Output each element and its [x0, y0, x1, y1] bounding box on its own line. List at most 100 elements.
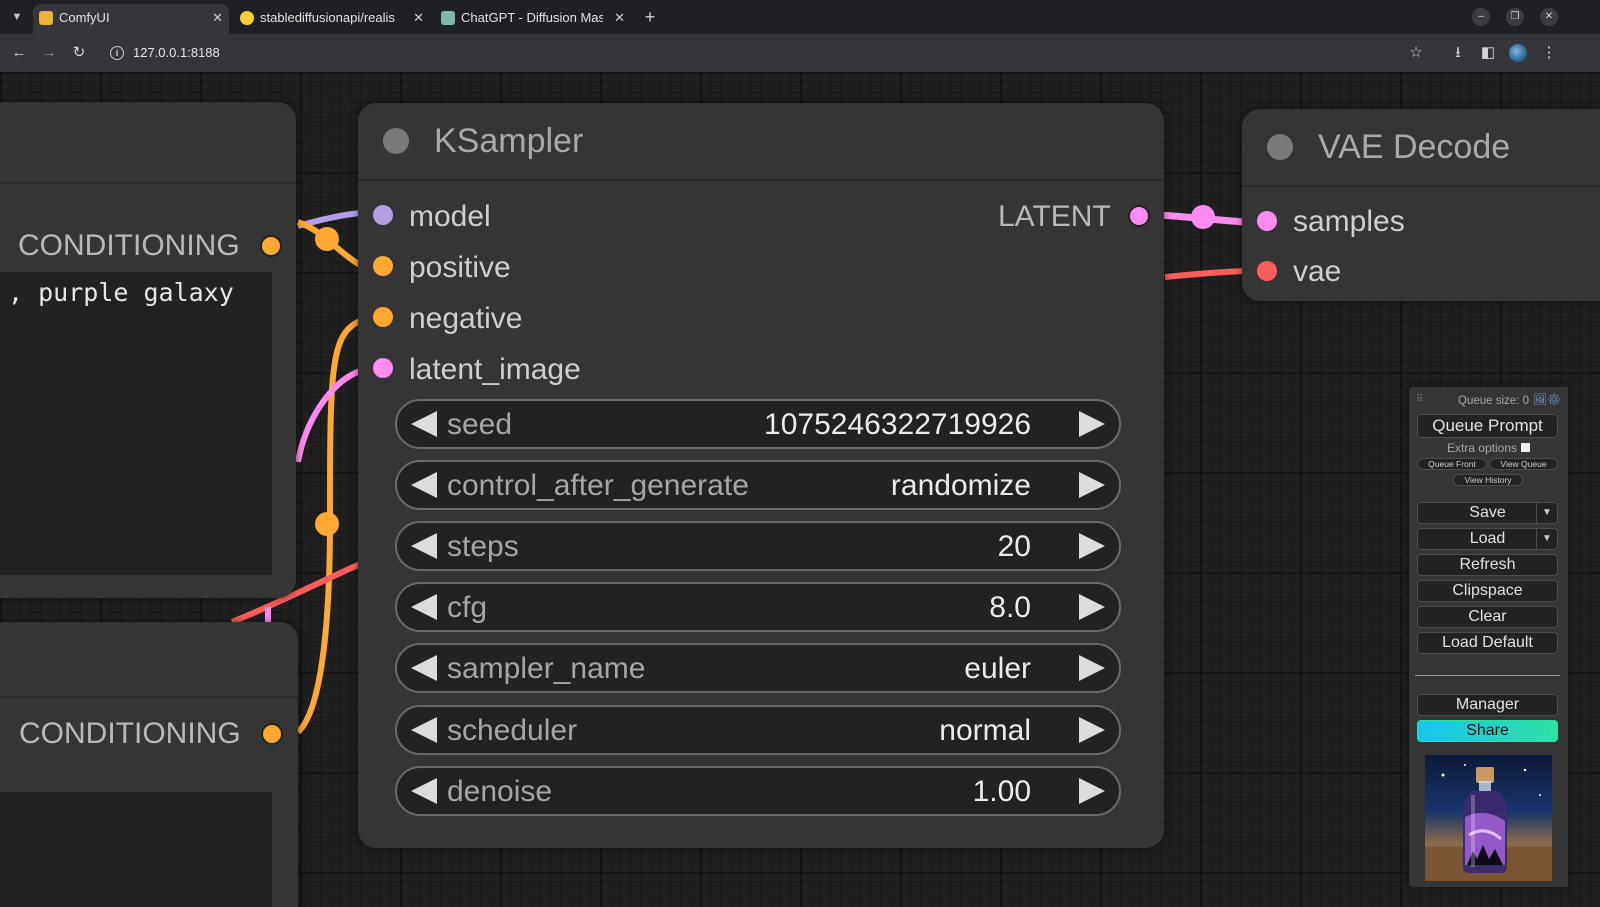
share-button[interactable]: Share — [1417, 720, 1558, 742]
generated-image-preview[interactable] — [1425, 755, 1552, 881]
input-slot-positive[interactable] — [373, 256, 393, 276]
save-dropdown-caret-icon[interactable]: ▼ — [1536, 503, 1557, 523]
widget-seed[interactable]: seed 1075246322719926 — [395, 399, 1121, 449]
queue-front-button[interactable]: Queue Front — [1417, 458, 1487, 470]
clipspace-button[interactable]: Clipspace — [1417, 580, 1558, 602]
increment-arrow-icon[interactable] — [1079, 533, 1105, 559]
widget-denoise[interactable]: denoise 1.00 — [395, 766, 1121, 816]
node-title-separator — [1242, 185, 1600, 187]
input-slot-model[interactable] — [373, 205, 393, 225]
widget-value[interactable]: 8.0 — [989, 590, 1031, 626]
browser-menu-kebab-icon[interactable]: ⋮ — [1538, 42, 1560, 64]
clip-text-encode-node-bottom[interactable]: CONDITIONING — [0, 622, 298, 907]
extra-options-toggle[interactable]: Extra options — [1409, 441, 1568, 455]
extra-options-label: Extra options — [1446, 441, 1518, 455]
menu-divider — [1415, 675, 1560, 676]
bookmark-star-icon[interactable]: ☆ — [1405, 42, 1427, 64]
ksampler-node[interactable]: KSampler model positive negative latent_… — [358, 103, 1164, 848]
widget-value[interactable]: 1.00 — [973, 774, 1031, 810]
output-label-conditioning: CONDITIONING — [19, 717, 241, 750]
browser-tab-bar: ▼ ComfyUI ✕ stablediffusionapi/realis ✕ … — [0, 0, 1600, 34]
widget-name: seed — [447, 408, 513, 441]
widget-name: scheduler — [447, 714, 578, 747]
decrement-arrow-icon[interactable] — [411, 717, 437, 743]
widget-value[interactable]: 1075246322719926 — [764, 407, 1031, 443]
close-tab-icon[interactable]: ✕ — [413, 4, 424, 32]
load-default-button[interactable]: Load Default — [1417, 632, 1558, 654]
tab-search-chevron-icon[interactable]: ▼ — [8, 8, 26, 26]
download-icon[interactable]: ⭳ — [1447, 42, 1469, 64]
clear-button[interactable]: Clear — [1417, 606, 1558, 628]
widget-sampler-name[interactable]: sampler_name euler — [395, 643, 1121, 693]
output-label-latent: LATENT — [998, 200, 1111, 233]
widget-name: denoise — [447, 775, 553, 808]
output-slot-conditioning[interactable] — [261, 723, 283, 745]
input-slot-samples[interactable] — [1257, 211, 1277, 231]
manager-button[interactable]: Manager — [1417, 694, 1558, 716]
new-tab-plus-icon[interactable]: + — [640, 6, 660, 28]
back-arrow-icon[interactable]: ← — [8, 42, 30, 64]
tab-stablediffusionapi[interactable]: stablediffusionapi/realis ✕ — [234, 4, 430, 34]
increment-arrow-icon[interactable] — [1079, 594, 1105, 620]
increment-arrow-icon[interactable] — [1079, 411, 1105, 437]
huggingface-favicon-icon — [240, 11, 254, 25]
restore-window-icon[interactable]: ❐ — [1506, 8, 1524, 26]
close-tab-icon[interactable]: ✕ — [212, 4, 223, 32]
load-button[interactable]: Load ▼ — [1417, 528, 1558, 550]
input-slot-vae[interactable] — [1257, 261, 1277, 281]
side-panel-icon[interactable]: ◧ — [1477, 42, 1499, 64]
widget-value[interactable]: euler — [964, 651, 1031, 687]
address-bar-url[interactable]: 127.0.0.1:8188 — [133, 44, 220, 62]
increment-arrow-icon[interactable] — [1079, 472, 1105, 498]
input-label-latent-image: latent_image — [409, 353, 581, 386]
view-queue-button[interactable]: View Queue — [1489, 458, 1558, 470]
increment-arrow-icon[interactable] — [1079, 717, 1105, 743]
decrement-arrow-icon[interactable] — [411, 655, 437, 681]
prompt-textarea[interactable] — [0, 792, 272, 907]
site-info-icon[interactable]: i — [110, 46, 124, 60]
tab-chatgpt[interactable]: ChatGPT - Diffusion Mas ✕ — [435, 4, 631, 34]
refresh-button[interactable]: Refresh — [1417, 554, 1558, 576]
decrement-arrow-icon[interactable] — [411, 594, 437, 620]
close-tab-icon[interactable]: ✕ — [614, 4, 625, 32]
view-history-button[interactable]: View History — [1453, 474, 1523, 486]
profile-avatar-icon[interactable] — [1509, 44, 1527, 62]
forward-arrow-icon[interactable]: → — [38, 42, 60, 64]
widget-value[interactable]: normal — [939, 713, 1031, 749]
increment-arrow-icon[interactable] — [1079, 778, 1105, 804]
increment-arrow-icon[interactable] — [1079, 655, 1105, 681]
load-dropdown-caret-icon[interactable]: ▼ — [1536, 529, 1557, 549]
decrement-arrow-icon[interactable] — [411, 778, 437, 804]
settings-gear-icon[interactable]: 🖼⚙ — [1533, 393, 1561, 406]
widget-scheduler[interactable]: scheduler normal — [395, 705, 1121, 755]
vae-decode-node[interactable]: VAE Decode samples vae — [1242, 109, 1600, 301]
tab-comfyui[interactable]: ComfyUI ✕ — [33, 4, 229, 34]
node-collapse-dot[interactable] — [383, 128, 409, 154]
input-slot-negative[interactable] — [373, 307, 393, 327]
save-label: Save — [1469, 504, 1506, 521]
extra-options-checkbox[interactable] — [1521, 443, 1531, 452]
widget-steps[interactable]: steps 20 — [395, 521, 1121, 571]
output-slot-conditioning[interactable] — [260, 235, 282, 257]
save-button[interactable]: Save ▼ — [1417, 502, 1558, 524]
minimize-window-icon[interactable]: – — [1472, 8, 1490, 26]
node-title-separator — [358, 179, 1164, 181]
node-collapse-dot[interactable] — [1267, 134, 1293, 160]
widget-value[interactable]: randomize — [891, 468, 1031, 504]
prompt-textarea[interactable]: , purple galaxy — [0, 272, 272, 575]
decrement-arrow-icon[interactable] — [411, 472, 437, 498]
output-slot-latent[interactable] — [1128, 205, 1150, 227]
widget-control-after-generate[interactable]: control_after_generate randomize — [395, 460, 1121, 510]
close-window-icon[interactable]: ✕ — [1540, 8, 1558, 26]
decrement-arrow-icon[interactable] — [411, 533, 437, 559]
widget-cfg[interactable]: cfg 8.0 — [395, 582, 1121, 632]
decrement-arrow-icon[interactable] — [411, 411, 437, 437]
clip-text-encode-node-top[interactable]: CONDITIONING , purple galaxy — [0, 102, 296, 598]
node-title: KSampler — [434, 122, 584, 160]
widget-name: steps — [447, 530, 519, 563]
reload-icon[interactable]: ↻ — [68, 42, 90, 64]
widget-value[interactable]: 20 — [998, 529, 1031, 565]
node-graph-canvas[interactable]: CONDITIONING , purple galaxy CONDITIONIN… — [0, 72, 1600, 907]
queue-prompt-button[interactable]: Queue Prompt — [1417, 414, 1558, 438]
input-slot-latent-image[interactable] — [373, 358, 393, 378]
